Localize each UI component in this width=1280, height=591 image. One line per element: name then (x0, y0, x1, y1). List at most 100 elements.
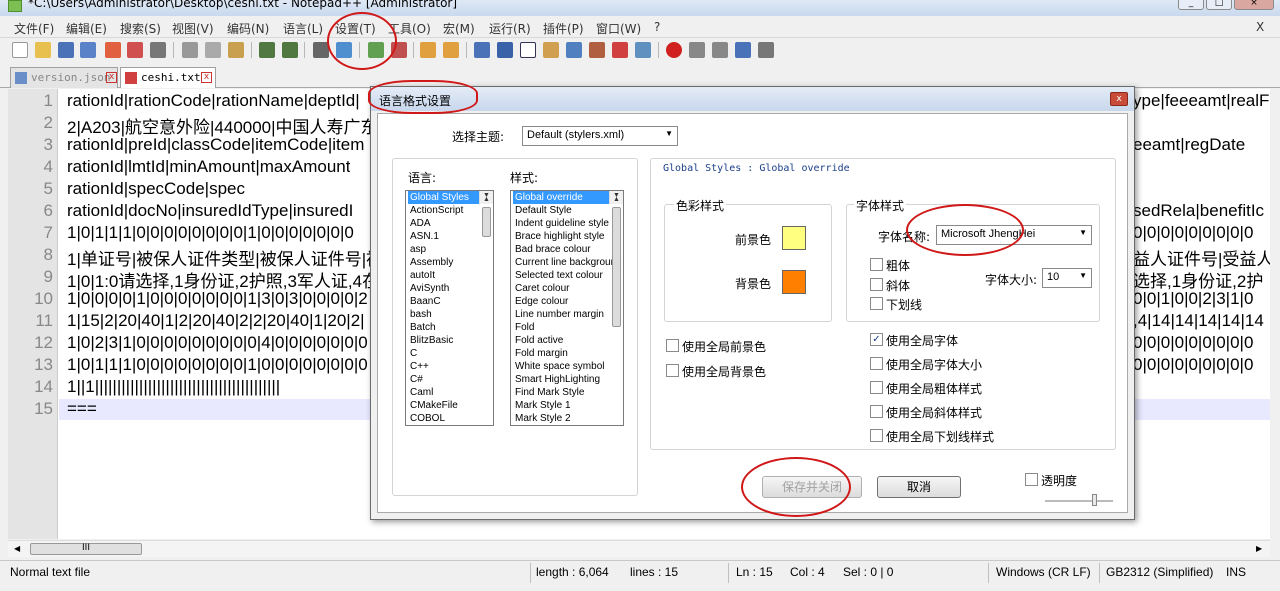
sync-horizontal-icon[interactable] (443, 42, 459, 58)
transparency-checkbox[interactable] (1025, 473, 1038, 486)
menu-macro[interactable]: 宏(M) (443, 20, 475, 37)
monitoring-icon[interactable] (635, 42, 651, 58)
use-global-font-checkbox[interactable]: ✓ (870, 333, 883, 346)
sync-vertical-icon[interactable] (420, 42, 436, 58)
menu-language[interactable]: 语言(L) (283, 20, 323, 37)
dialog-close-button[interactable]: x (1110, 92, 1128, 106)
show-all-chars-icon[interactable] (497, 42, 513, 58)
list-item[interactable]: Line number margin (513, 308, 623, 321)
save-all-icon[interactable] (80, 42, 96, 58)
use-global-fg-checkbox[interactable] (666, 339, 679, 352)
scroll-left-icon[interactable]: ◀ (14, 544, 20, 553)
list-item[interactable]: Caret colour (513, 282, 623, 295)
list-item[interactable]: Indent guideline style (513, 217, 623, 230)
list-item[interactable]: Current line background (513, 256, 623, 269)
use-global-bg-checkbox[interactable] (666, 364, 679, 377)
list-item[interactable]: Bad brace colour (513, 243, 623, 256)
run-macro-multiple-icon[interactable] (735, 42, 751, 58)
menu-view[interactable]: 视图(V) (172, 20, 214, 37)
font-size-select[interactable]: 10 ▼ (1042, 268, 1092, 288)
list-item[interactable]: Selected text colour (513, 269, 623, 282)
paste-icon[interactable] (228, 42, 244, 58)
tab-version-json[interactable]: version.json x (10, 67, 118, 88)
close-document-button[interactable]: X (1256, 20, 1264, 34)
print-icon[interactable] (150, 42, 166, 58)
use-global-underline-checkbox[interactable] (870, 429, 883, 442)
indent-guide-icon[interactable] (520, 42, 536, 58)
list-item[interactable]: Default Style (513, 204, 623, 217)
scrollbar-thumb[interactable] (482, 207, 491, 237)
list-item[interactable]: Edge colour (513, 295, 623, 308)
use-global-bold-checkbox[interactable] (870, 381, 883, 394)
save-icon[interactable] (58, 42, 74, 58)
list-item[interactable]: Caml (408, 386, 493, 399)
list-item[interactable]: Batch (408, 321, 493, 334)
close-all-icon[interactable] (127, 42, 143, 58)
list-item[interactable]: bash (408, 308, 493, 321)
function-list-icon[interactable] (589, 42, 605, 58)
list-item[interactable]: AviSynth (408, 282, 493, 295)
list-item[interactable]: Smart HighLighting (513, 373, 623, 386)
list-item[interactable]: Fold margin (513, 347, 623, 360)
new-file-icon[interactable] (12, 42, 28, 58)
foreground-color-swatch[interactable] (782, 226, 806, 250)
folder-workspace-icon[interactable] (612, 42, 628, 58)
bold-checkbox[interactable] (870, 258, 883, 271)
copy-icon[interactable] (205, 42, 221, 58)
list-item[interactable]: CMakeFile (408, 399, 493, 412)
tab-close-icon[interactable]: x (106, 72, 117, 83)
list-item[interactable]: autoIt (408, 269, 493, 282)
menu-window[interactable]: 窗口(W) (596, 20, 641, 37)
menu-edit[interactable]: 编辑(E) (66, 20, 107, 37)
list-item[interactable]: Brace highlight style (513, 230, 623, 243)
cancel-button[interactable]: 取消 (877, 476, 961, 498)
list-item[interactable]: BlitzBasic (408, 334, 493, 347)
maximize-button[interactable]: □ (1206, 0, 1232, 10)
use-global-font-size-checkbox[interactable] (870, 357, 883, 370)
list-item[interactable]: Global override (513, 191, 623, 204)
background-color-swatch[interactable] (782, 270, 806, 294)
transparency-slider-thumb[interactable] (1092, 494, 1097, 506)
scroll-down-icon[interactable]: ▼ (613, 191, 620, 202)
menu-help[interactable]: ? (654, 20, 660, 34)
stop-macro-icon[interactable] (689, 42, 705, 58)
play-macro-icon[interactable] (712, 42, 728, 58)
list-item[interactable]: Mark Style 2 (513, 412, 623, 425)
menu-plugins[interactable]: 插件(P) (543, 20, 584, 37)
list-item[interactable]: COBOL (408, 412, 493, 425)
scroll-down-icon[interactable]: ▼ (483, 191, 490, 202)
style-list[interactable]: Global override Default Style Indent guide… (510, 190, 624, 426)
redo-icon[interactable] (282, 42, 298, 58)
open-file-icon[interactable] (35, 42, 51, 58)
italic-checkbox[interactable] (870, 278, 883, 291)
list-item[interactable]: Fold active (513, 334, 623, 347)
horizontal-scrollbar[interactable]: ◀ III ▶ (8, 540, 1270, 557)
underline-checkbox[interactable] (870, 297, 883, 310)
close-window-button[interactable]: × (1234, 0, 1274, 10)
scrollbar-thumb[interactable] (612, 207, 621, 327)
user-language-icon[interactable] (543, 42, 559, 58)
list-item[interactable]: ASN.1 (408, 230, 493, 243)
word-wrap-icon[interactable] (474, 42, 490, 58)
record-macro-icon[interactable] (666, 42, 682, 58)
tab-ceshi-txt[interactable]: ceshi.txt x (120, 67, 216, 88)
menu-encoding[interactable]: 编码(N) (227, 20, 269, 37)
tab-close-icon[interactable]: x (201, 72, 212, 83)
list-item[interactable]: ActionScript (408, 204, 493, 217)
scroll-right-icon[interactable]: ▶ (1256, 544, 1262, 553)
scrollbar-thumb[interactable]: III (30, 543, 142, 555)
list-item[interactable]: Assembly (408, 256, 493, 269)
doc-map-icon[interactable] (566, 42, 582, 58)
menu-search[interactable]: 搜索(S) (120, 20, 161, 37)
list-item[interactable]: Fold (513, 321, 623, 334)
list-item[interactable]: C++ (408, 360, 493, 373)
save-macro-icon[interactable] (758, 42, 774, 58)
list-item[interactable]: BaanC (408, 295, 493, 308)
list-item[interactable]: Mark Style 1 (513, 399, 623, 412)
language-list[interactable]: Global Styles ActionScript ADA ASN.1 asp Asse… (405, 190, 494, 426)
menu-file[interactable]: 文件(F) (14, 20, 54, 37)
list-item[interactable]: ADA (408, 217, 493, 230)
close-file-icon[interactable] (105, 42, 121, 58)
list-item[interactable]: C# (408, 373, 493, 386)
style-list-scrollbar[interactable]: ▲ ▼ (609, 191, 623, 327)
